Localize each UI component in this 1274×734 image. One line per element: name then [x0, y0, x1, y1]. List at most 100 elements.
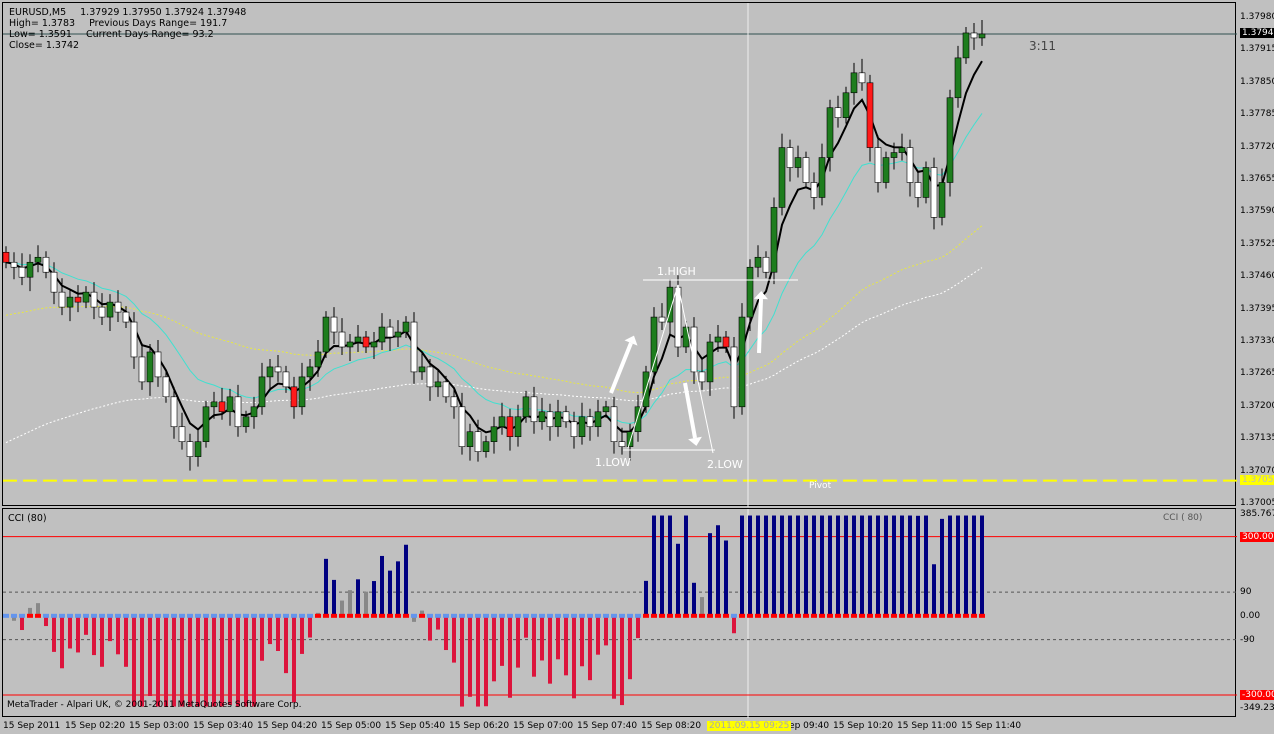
price-tick: 1.37590 [1240, 206, 1274, 217]
cci-panel[interactable]: CCI (80) CCI ( 80) MetaTrader - Alpari U… [2, 508, 1237, 718]
cci-bar [76, 615, 80, 653]
cci-bar [436, 615, 440, 630]
candle-body [706, 341, 714, 383]
time-tick: 15 Sep 11:40 [961, 721, 1022, 731]
candle-body [490, 426, 498, 442]
price-tick: 1.37980 [1240, 12, 1274, 22]
time-tick: 15 Sep 11:00 [897, 721, 958, 731]
cci-bar [980, 515, 984, 617]
candle-body [346, 341, 354, 348]
cci-zero-dot [27, 613, 33, 618]
cci-bar [348, 590, 352, 617]
candle-body [538, 411, 546, 423]
price-tick: 1.37005 [1240, 498, 1274, 508]
cci-zero-dot [11, 613, 17, 618]
cci-bar [396, 561, 400, 617]
cci-bar [812, 515, 816, 617]
cci-zero-dot [691, 613, 697, 618]
price-tick: 1.37135 [1240, 433, 1274, 444]
cci-zero-dot [187, 613, 193, 618]
cci-bar [236, 615, 240, 707]
cci-bar [132, 615, 136, 707]
cci-zero-dot [923, 613, 929, 618]
candle-body [562, 411, 570, 423]
cci-zero-dot [139, 613, 145, 618]
candle-body [594, 411, 602, 428]
candle-body [498, 416, 506, 428]
cci-zero-dot [99, 613, 105, 618]
cci-bar [468, 615, 472, 697]
cci-bar [836, 515, 840, 617]
cci-zero-dot [651, 613, 657, 618]
cci-zero-dot [699, 613, 705, 618]
cci-bar [900, 515, 904, 617]
cci-bar [868, 515, 872, 617]
cci-bar [60, 615, 64, 669]
candle-body [658, 316, 666, 323]
cci-bar [92, 615, 96, 656]
cci-bar [332, 579, 336, 617]
time-tick: 15 Sep 10:20 [833, 721, 894, 731]
label-2-low: 2.LOW [707, 458, 743, 471]
cci-zero-dot [179, 613, 185, 618]
cci-zero-dot [803, 613, 809, 618]
cci-bar [484, 615, 488, 707]
cci-bar [156, 615, 160, 707]
candle-body [426, 366, 434, 388]
day-close: Close= 1.3742 [9, 40, 80, 51]
candle-body [354, 336, 362, 343]
cci-zero-dot [547, 613, 553, 618]
price-chart[interactable]: EURUSD,M5 1.37929 1.37950 1.37924 1.37948… [2, 2, 1237, 507]
cci-zero-dot [43, 613, 49, 618]
candle-body [794, 157, 802, 168]
cci-tick: 0.00 [1240, 610, 1261, 621]
candle-body [274, 366, 282, 373]
cci-bar [860, 515, 864, 617]
cci-bar [892, 515, 896, 617]
candle-body [778, 147, 786, 208]
cci-plot [3, 509, 1237, 718]
candle-body [10, 261, 18, 268]
cci-bar [164, 615, 168, 707]
candle-body [978, 33, 986, 39]
cci-bar [52, 615, 56, 652]
candle-body [802, 157, 810, 183]
cci-bar [556, 615, 560, 660]
price-tick: 1.37525 [1240, 238, 1274, 249]
candle-body [730, 346, 738, 408]
cci-bar [324, 558, 328, 617]
price-tick: 1.37785 [1240, 109, 1274, 120]
cci-bar [116, 615, 120, 655]
cci-label: CCI ( 80) [1163, 513, 1203, 523]
cci-bar [564, 615, 568, 676]
price-tick: 1.37330 [1240, 336, 1274, 346]
footer-copyright: MetaTrader - Alpari UK, © 2001-2011 Meta… [7, 700, 302, 710]
candle-body [234, 396, 242, 428]
cci-bar [748, 515, 752, 617]
time-tick: 15 Sep 04:20 [257, 721, 318, 731]
cci-zero-dot [59, 613, 65, 618]
cci-zero-dot [267, 613, 273, 618]
candle-body [314, 351, 322, 368]
cci-zero-dot [731, 613, 737, 618]
cci-bar [804, 515, 808, 617]
cci-bar [380, 555, 384, 617]
cci-bar [524, 615, 528, 638]
cci-bar [172, 615, 176, 707]
prev-range: Previous Days Range= 191.7 [89, 18, 228, 29]
cci-bar [644, 580, 648, 617]
candle-body [906, 147, 914, 183]
cci-zero-dot [443, 613, 449, 618]
cci-zero-dot [563, 613, 569, 618]
cci-bar [932, 564, 936, 617]
candle-body [634, 406, 642, 433]
pivot-label: Pivot [809, 481, 832, 491]
cci-zero-dot [635, 613, 641, 618]
cci-zero-dot [811, 613, 817, 618]
cci-zero-dot [603, 613, 609, 618]
candle-body [114, 301, 122, 313]
cci-bar [124, 615, 128, 667]
cci-zero-dot [539, 613, 545, 618]
cci-zero-dot [867, 613, 873, 618]
cci-bar [708, 533, 712, 617]
